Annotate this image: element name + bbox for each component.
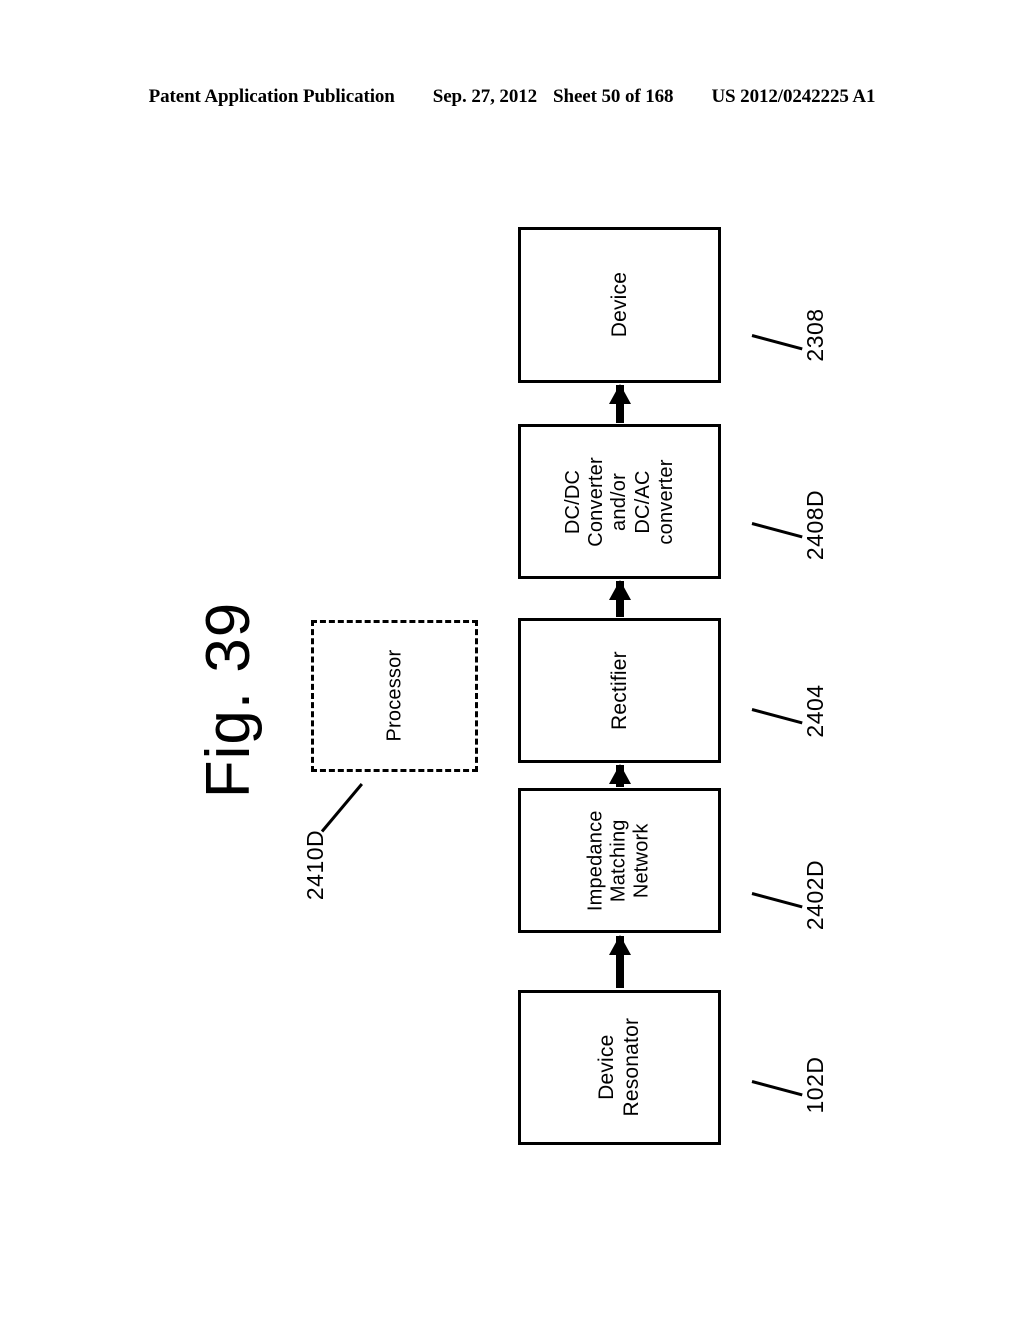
reference-numeral-impedance-network: 2402D bbox=[802, 859, 828, 931]
reference-numeral-device-resonator: 102D bbox=[802, 1056, 828, 1114]
block-processor-label: Processor bbox=[382, 650, 405, 742]
block-device-resonator-label: Device Resonator bbox=[595, 1018, 644, 1117]
leader-line-device bbox=[751, 334, 803, 351]
block-rectifier-label: Rectifier bbox=[607, 651, 631, 730]
reference-numeral-processor: 2410D bbox=[302, 829, 328, 901]
arrow-resonator-to-impedance-icon bbox=[616, 936, 624, 988]
block-impedance-matching-network: Impedance Matching Network bbox=[518, 788, 721, 933]
block-dc-converter: DC/DC Converter and/or DC/AC converter bbox=[518, 424, 721, 579]
reference-numeral-dc-converter: 2408D bbox=[802, 489, 828, 561]
block-diagram: Device DC/DC Converter and/or DC/AC conv… bbox=[0, 0, 1024, 1320]
block-device-label: Device bbox=[607, 272, 631, 338]
arrow-converter-to-device-icon bbox=[616, 385, 624, 423]
leader-line-impedance-matching-network bbox=[751, 892, 803, 909]
leader-line-rectifier bbox=[751, 708, 803, 725]
block-dc-converter-label: DC/DC Converter and/or DC/AC converter bbox=[561, 456, 677, 547]
leader-line-device-resonator bbox=[751, 1080, 803, 1097]
reference-numeral-device: 2308 bbox=[802, 308, 828, 362]
leader-line-dc-converter bbox=[751, 522, 803, 539]
block-processor: Processor bbox=[311, 620, 478, 772]
block-device-resonator: Device Resonator bbox=[518, 990, 721, 1145]
reference-numeral-rectifier: 2404 bbox=[802, 684, 828, 738]
block-device: Device bbox=[518, 227, 721, 383]
block-rectifier: Rectifier bbox=[518, 618, 721, 763]
block-impedance-matching-network-label: Impedance Matching Network bbox=[584, 810, 654, 911]
arrow-impedance-to-rectifier-icon bbox=[616, 765, 624, 787]
arrow-rectifier-to-converter-icon bbox=[616, 581, 624, 617]
